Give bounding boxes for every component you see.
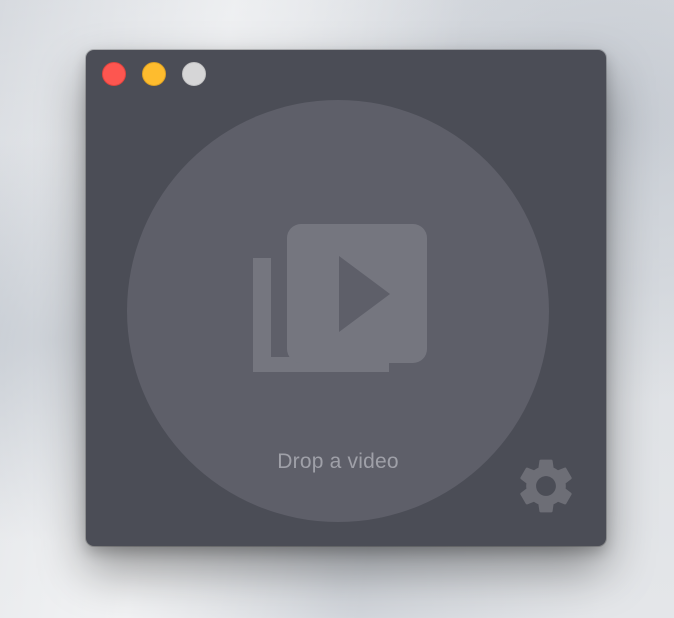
settings-button[interactable] [510,450,582,522]
video-drop-zone[interactable]: Drop a video [127,100,549,522]
window-controls [102,62,206,86]
zoom-button[interactable] [182,62,206,86]
close-button[interactable] [102,62,126,86]
minimize-button[interactable] [142,62,166,86]
gear-icon [520,459,572,513]
drop-label: Drop a video [277,450,399,473]
app-window: Drop a video [86,50,606,546]
video-library-icon [253,224,427,372]
